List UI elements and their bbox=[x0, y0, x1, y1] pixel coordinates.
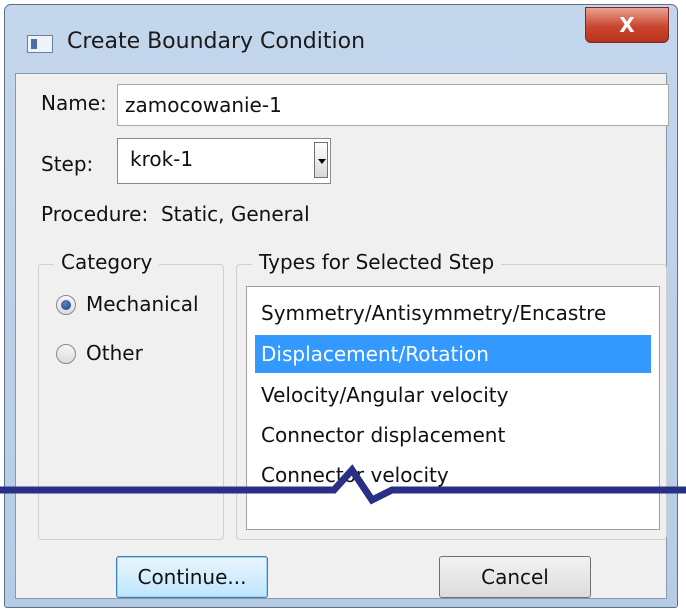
break-line bbox=[0, 464, 686, 505]
